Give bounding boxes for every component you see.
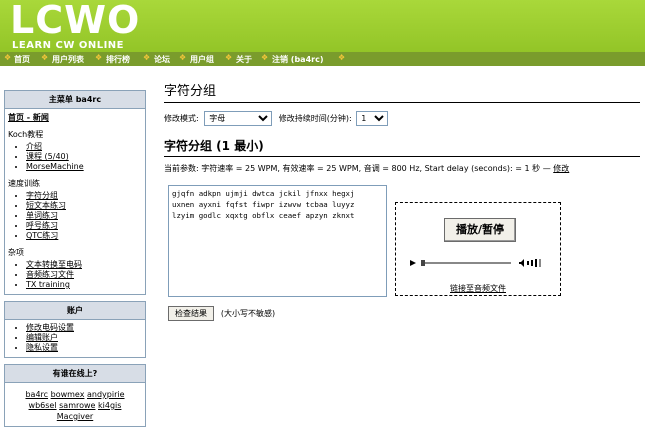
- menu-audio-files[interactable]: 音频练习文件: [26, 270, 74, 279]
- online-user[interactable]: Macgiver: [57, 412, 93, 421]
- site-logo[interactable]: LCWO: [10, 0, 140, 42]
- nav-bullet-icon: ❖: [41, 53, 49, 62]
- site-tagline: LEARN CW ONLINE: [12, 40, 125, 51]
- misc-label: 杂项: [8, 248, 24, 257]
- account-box: 账户 修改电码设置 编辑账户 隐私设置: [4, 301, 146, 358]
- menu-privacy-settings[interactable]: 隐私设置: [26, 343, 58, 352]
- seek-bar: [421, 262, 511, 264]
- current-params: 当前参数: 字符速率 = 25 WPM, 有效速率 = 25 WPM, 音调 =…: [164, 164, 551, 173]
- menu-morsemachine[interactable]: MorseMachine: [26, 162, 84, 171]
- account-title: 账户: [5, 302, 145, 320]
- nav-highscores[interactable]: 排行榜: [106, 54, 130, 65]
- online-user[interactable]: samrowe: [59, 401, 95, 410]
- online-user[interactable]: wb6sel: [29, 401, 57, 410]
- mode-label: 修改模式:: [164, 114, 199, 123]
- main-menu-box: 主菜单 ba4rc 首页 - 新闻 Koch教程 介绍 课程 (5/40) Mo…: [4, 90, 146, 295]
- menu-koch-lessons[interactable]: 课程 (5/40): [26, 152, 69, 161]
- page-title: 字符分组: [164, 80, 640, 103]
- online-user[interactable]: ki4gis: [98, 401, 121, 410]
- seek-handle: [421, 260, 425, 266]
- volume-icon: [519, 259, 524, 267]
- menu-text-to-cw[interactable]: 文本转换至电码: [26, 260, 82, 269]
- audio-download-link[interactable]: 链接至音频文件: [396, 283, 560, 294]
- nav-user-list[interactable]: 用户列表: [52, 54, 84, 65]
- menu-tx-training[interactable]: TX training: [26, 280, 70, 289]
- site-header: LCWO LEARN CW ONLINE: [0, 0, 645, 52]
- online-user[interactable]: bowmex: [51, 390, 85, 399]
- sidebar: 主菜单 ba4rc 首页 - 新闻 Koch教程 介绍 课程 (5/40) Mo…: [4, 90, 146, 433]
- nav-home[interactable]: 首页: [14, 54, 30, 65]
- main-content: 字符分组 修改模式: 字母 修改持续时间(分钟): 1 字符分组 (1 最小) …: [164, 80, 640, 321]
- top-navbar: ❖ 首页 ❖ 用户列表 ❖ 排行榜 ❖ 论坛 ❖ 用户组 ❖ 关于 ❖ 注销 (…: [0, 52, 645, 66]
- menu-word-training[interactable]: 单词练习: [26, 211, 58, 220]
- menu-edit-account[interactable]: 编辑账户: [26, 333, 58, 342]
- change-params-link[interactable]: 修改: [553, 164, 569, 173]
- nav-logout[interactable]: 注销 (ba4rc): [272, 54, 323, 65]
- mode-select[interactable]: 字母: [204, 111, 273, 126]
- check-result-button[interactable]: 检查结果: [168, 306, 214, 321]
- online-user[interactable]: ba4rc: [25, 390, 48, 399]
- case-insensitive-note: (大小写不敏感): [220, 309, 276, 318]
- menu-callsign-training[interactable]: 呼号练习: [26, 221, 58, 230]
- menu-cw-settings[interactable]: 修改电码设置: [26, 323, 74, 332]
- nav-bullet-icon: ❖: [225, 53, 233, 62]
- nav-forum[interactable]: 论坛: [154, 54, 170, 65]
- play-pause-button[interactable]: 播放/暂停: [444, 218, 516, 242]
- speed-label: 速度训练: [8, 179, 40, 188]
- nav-groups[interactable]: 用户组: [190, 54, 214, 65]
- nav-bullet-icon: ❖: [4, 53, 12, 62]
- play-icon: [410, 260, 416, 266]
- nav-bullet-icon: ❖: [143, 53, 151, 62]
- nav-bullet-icon: ❖: [95, 53, 103, 62]
- online-box: 有谁在线上? ba4rc bowmex andypirie wb6sel sam…: [4, 364, 146, 427]
- menu-plain-text[interactable]: 短文本练习: [26, 201, 66, 210]
- nav-bullet-icon: ❖: [179, 53, 187, 62]
- online-user[interactable]: andypirie: [87, 390, 125, 399]
- duration-select[interactable]: 1: [356, 111, 389, 126]
- nav-bullet-icon: ❖: [261, 53, 269, 62]
- menu-koch-intro[interactable]: 介绍: [26, 142, 42, 151]
- nav-bullet-icon: ❖: [338, 53, 346, 62]
- section-title: 字符分组 (1 最小): [164, 137, 640, 157]
- audio-player[interactable]: [408, 258, 550, 268]
- online-title: 有谁在线上?: [5, 365, 145, 383]
- koch-label: Koch教程: [8, 130, 44, 139]
- nav-about[interactable]: 关于: [236, 54, 252, 65]
- code-groups-textarea[interactable]: gjqfn adkpn ujmji dwtca jckil jfnxx hegx…: [168, 185, 387, 297]
- home-news-link[interactable]: 首页 - 新闻: [8, 112, 142, 123]
- duration-label: 修改持续时间(分钟):: [278, 114, 352, 123]
- volume-bar: [527, 261, 529, 265]
- audio-player-box: 播放/暂停 链接至音频文件: [395, 202, 561, 296]
- menu-qtc-training[interactable]: QTC练习: [26, 231, 58, 240]
- menu-code-groups[interactable]: 字符分组: [26, 191, 58, 200]
- main-menu-title: 主菜单 ba4rc: [5, 91, 145, 109]
